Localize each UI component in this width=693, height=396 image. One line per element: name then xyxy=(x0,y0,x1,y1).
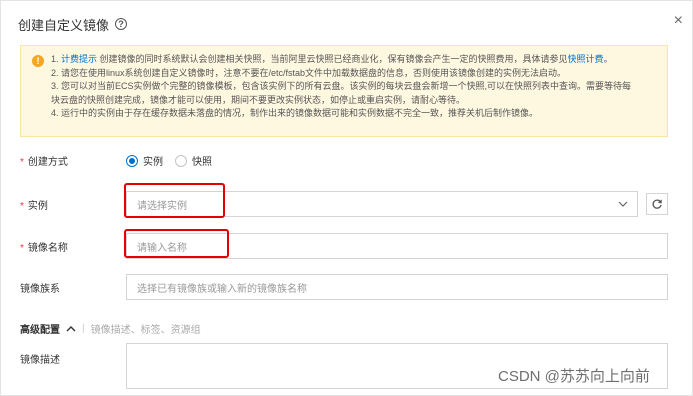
warning-icon: ! xyxy=(32,55,44,67)
watermark: CSDN @苏苏向上向前 xyxy=(498,368,650,385)
instance-label: * 实例 xyxy=(20,197,126,212)
advanced-config-toggle[interactable]: 高级配置 | 镜像描述、标签、资源组 xyxy=(20,321,201,336)
refresh-button[interactable] xyxy=(646,193,668,215)
chevron-down-icon xyxy=(618,201,628,207)
notice-box: ! 1. 计费提示 创建镜像的同时系统默认会创建相关快照，当前阿里云快照已经商业… xyxy=(20,45,668,137)
instance-select-placeholder: 请选择实例 xyxy=(137,200,187,212)
notice-line-4: 块云盘的快照创建完成，镜像才能可以使用，期间不要更改实例状态，如停止或重启实例，… xyxy=(51,94,466,105)
create-method-row: * 创建方式 实例 快照 xyxy=(20,153,212,168)
notice-line-1-prefix: 1. xyxy=(51,54,62,64)
image-name-input[interactable]: 请输入名称 xyxy=(126,233,668,259)
radio-snapshot-label: 快照 xyxy=(192,157,212,168)
required-mark: * xyxy=(20,243,24,254)
image-family-input[interactable]: 选择已有镜像族或输入新的镜像族名称 xyxy=(126,274,668,300)
radio-dot xyxy=(126,154,138,167)
image-name-label: * 镜像名称 xyxy=(20,239,126,254)
create-image-dialog: 创建自定义镜像 ? × ! 1. 计费提示 创建镜像的同时系统默认会创建相关快照… xyxy=(0,0,693,396)
image-family-placeholder: 选择已有镜像族或输入新的镜像族名称 xyxy=(137,283,307,295)
create-method-label: * 创建方式 xyxy=(20,153,126,168)
refresh-icon xyxy=(652,199,662,209)
create-method-radio-group: 实例 快照 xyxy=(126,153,212,168)
radio-instance-label: 实例 xyxy=(143,157,163,168)
radio-instance[interactable]: 实例 xyxy=(126,153,163,168)
create-method-label-text: 创建方式 xyxy=(27,157,68,168)
notice-billing-highlight: 计费提示 xyxy=(61,54,98,64)
required-mark: * xyxy=(20,201,24,212)
radio-snapshot[interactable]: 快照 xyxy=(175,153,212,168)
required-mark: * xyxy=(20,157,24,168)
description-label: 镜像描述 xyxy=(20,355,60,366)
image-name-label-text: 镜像名称 xyxy=(27,243,68,254)
notice-line-1-text: 创建镜像的同时系统默认会创建相关快照，当前阿里云快照已经商业化，保有镜像会产生一… xyxy=(97,54,568,64)
instance-row: * 实例 xyxy=(20,197,126,212)
radio-dot xyxy=(175,154,187,167)
advanced-config-title: 高级配置 xyxy=(20,325,60,336)
help-icon[interactable]: ? xyxy=(115,18,128,30)
snapshot-billing-link[interactable]: 快照计费 xyxy=(568,54,604,64)
dialog-header: 创建自定义镜像 ? xyxy=(18,14,128,34)
description-row: 镜像描述 xyxy=(20,351,126,366)
image-name-placeholder: 请输入名称 xyxy=(137,242,187,254)
notice-line-1-suffix: 。 xyxy=(603,54,613,64)
close-icon[interactable]: × xyxy=(674,13,683,29)
notice-line-3: 3. 您可以对当前ECS实例做个完整的镜像模板，包含该实例下的所有云盘。该实例的… xyxy=(51,81,632,91)
image-family-label: 镜像族系 xyxy=(20,284,60,295)
dialog-title: 创建自定义镜像 xyxy=(18,17,110,33)
chevron-up-icon xyxy=(66,325,76,331)
image-family-row: 镜像族系 xyxy=(20,280,126,295)
image-name-row: * 镜像名称 xyxy=(20,239,126,254)
notice-line-2: 2. 请您在使用linux系统创建自定义镜像时，注意不要在/etc/fstab文… xyxy=(51,67,567,78)
advanced-config-subtitle: 镜像描述、标签、资源组 xyxy=(90,325,201,336)
advanced-config-separator: | xyxy=(82,323,85,334)
instance-label-text: 实例 xyxy=(27,201,48,212)
notice-line-5: 4. 运行中的实例由于存在缓存数据未落盘的情况，制作出来的镜像数据可能和实例数据… xyxy=(51,108,539,118)
notice-line-1: 1. 计费提示 创建镜像的同时系统默认会创建相关快照，当前阿里云快照已经商业化，… xyxy=(51,53,657,67)
instance-select[interactable]: 请选择实例 xyxy=(126,191,638,217)
